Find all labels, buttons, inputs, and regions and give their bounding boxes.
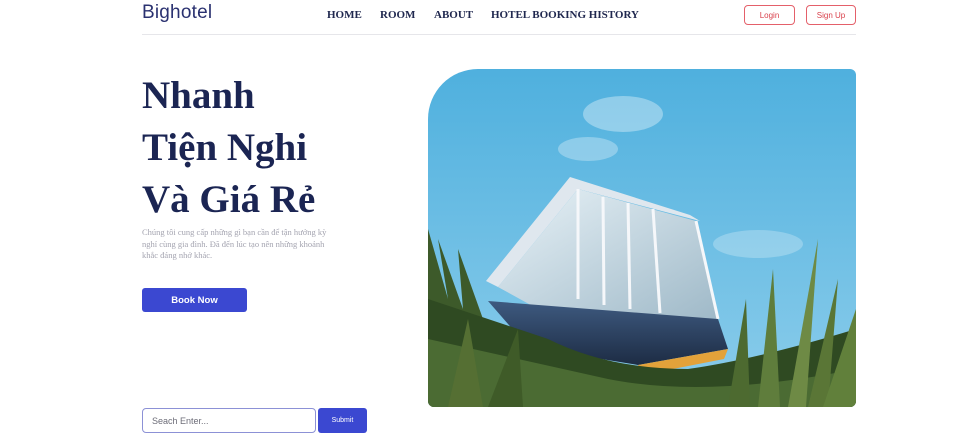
login-button[interactable]: Login <box>744 5 795 25</box>
nav-home-link[interactable]: HOME <box>327 9 362 21</box>
book-now-button[interactable]: Book Now <box>142 288 247 312</box>
hero-description: Chúng tôi cung cấp những gì bạn cần để t… <box>142 227 327 260</box>
hero-title: Nhanh Tiện Nghi Và Giá Rẻ <box>142 70 315 226</box>
hero-title-line-3: Và Giá Rẻ <box>142 178 316 221</box>
header-divider <box>142 34 856 35</box>
search-submit-button[interactable]: Submit <box>318 408 367 433</box>
nav-about-link[interactable]: ABOUT <box>434 9 473 21</box>
signup-button[interactable]: Sign Up <box>806 5 856 25</box>
hero-title-line-1: Nhanh <box>142 74 255 117</box>
nav-room-link[interactable]: ROOM <box>380 9 415 21</box>
glass-house-illustration <box>428 69 856 407</box>
nav-booking-history-link[interactable]: HOTEL BOOKING HISTORY <box>491 9 639 21</box>
hero-image <box>428 69 856 407</box>
hero-title-line-2: Tiện Nghi <box>142 126 308 169</box>
search-input[interactable] <box>142 408 316 433</box>
